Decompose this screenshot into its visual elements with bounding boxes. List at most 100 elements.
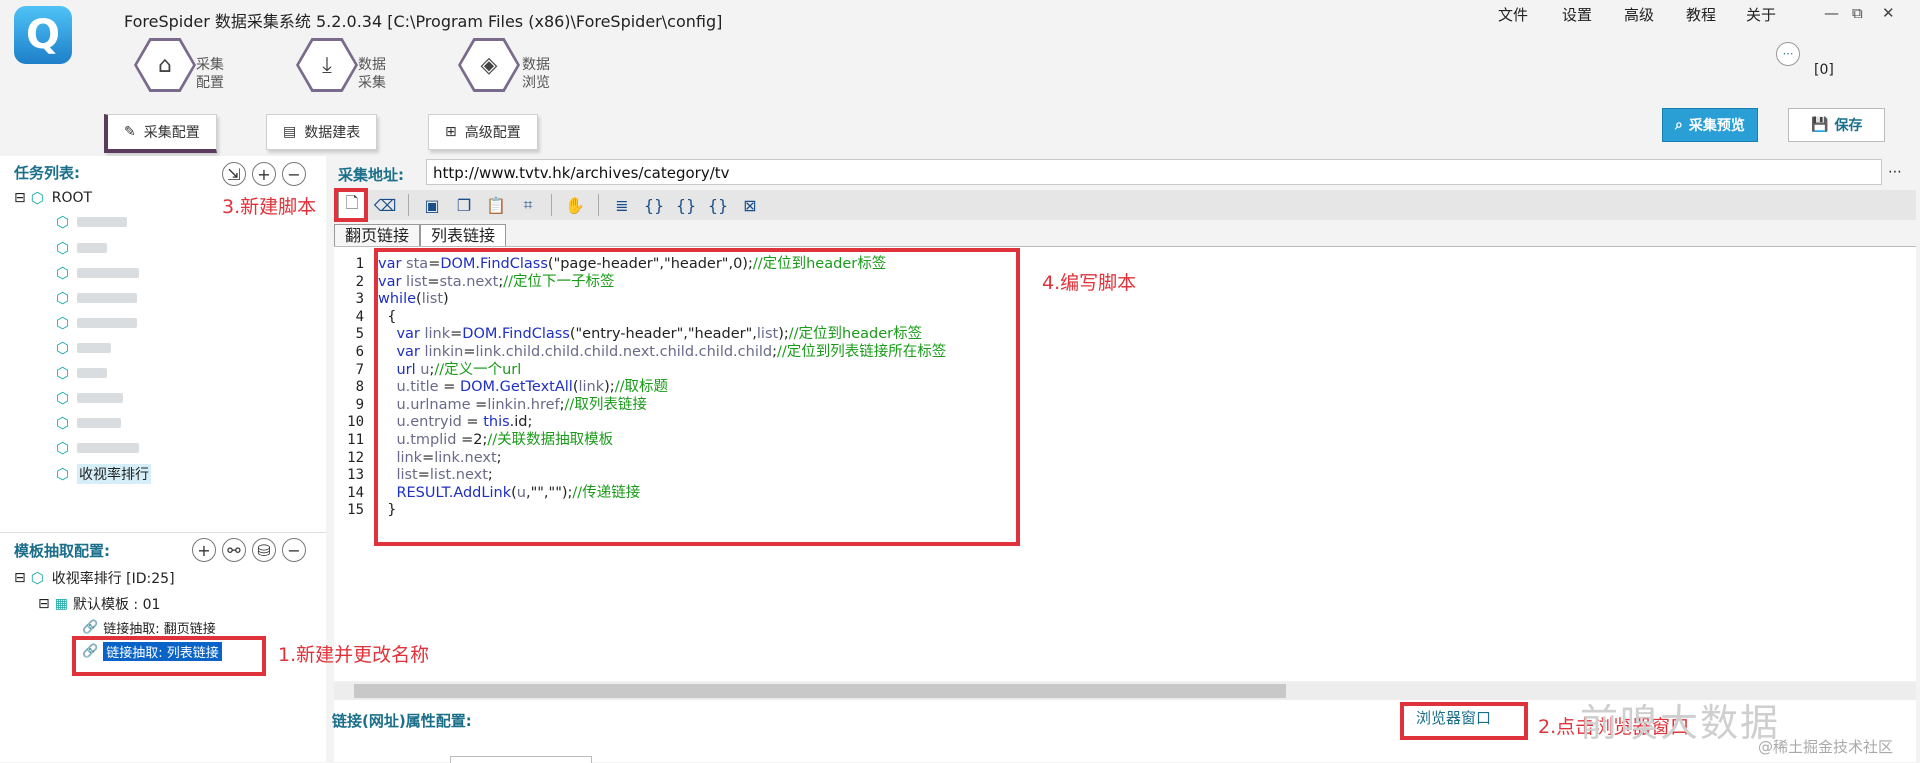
cube-icon: ⬡ [56,213,70,231]
brace-down-icon[interactable]: {} [641,192,667,218]
template-node-default[interactable]: ⊟ ▦ 默认模板 : 01 [38,594,160,614]
tab-pagination-links[interactable]: 翻页链接 [334,224,421,247]
window-title: ForeSpider 数据采集系统 5.2.0.34 [C:\Program F… [124,12,723,31]
task-item[interactable]: ⬡ [56,290,137,306]
cube-icon: ⬡ [56,264,70,282]
tab-data-collect[interactable]: ⤓ [296,38,358,92]
format-icon[interactable]: ≣ [609,192,635,218]
tab-collect-config[interactable]: ⌂ [134,38,196,92]
task-item[interactable]: ⬡ [56,340,111,356]
menu-about[interactable]: 关于 [1746,4,1776,25]
restore-button[interactable]: ⧉ [1852,4,1863,22]
menu-advanced[interactable]: 高级 [1624,4,1654,25]
chain-link-icon: 🔗 [82,620,99,635]
task-item[interactable]: ⬡ [56,214,127,230]
menu-file[interactable]: 文件 [1498,4,1528,25]
tab-collect-config-label: 采集 配置 [196,57,224,91]
message-count: [0] [1814,62,1834,78]
cube-icon: ⬡ [30,189,44,207]
redacted-label [77,418,121,428]
cube-icon: ⬡ [56,289,70,307]
url-input[interactable]: http://www.tvtv.hk/archives/category/tv [426,159,1882,185]
cube-icon: ⬡ [30,569,44,587]
tree-root[interactable]: ⊟ ⬡ ROOT [14,190,92,206]
watermark: 前嗅大数据 [1580,701,1781,745]
clear-icon[interactable]: ⊠ [737,192,763,218]
save-script-icon[interactable]: ▣ [419,192,445,218]
table-icon: ▦ [54,596,68,612]
script-toolbar: 🗋 ⌫ ▣ ❐ 📋 ⌗ ✋ ≣ {} {} {} ⊠ [334,190,1916,220]
crop-icon[interactable]: ⌗ [515,192,541,218]
tab-list-links[interactable]: 列表链接 [420,224,507,247]
redacted-label [77,268,139,278]
watermark-sub: @稀土掘金技术社区 [1758,738,1894,756]
redacted-label [77,443,139,453]
template-panel-title: 模板抽取配置: [14,542,110,560]
add-template-button[interactable]: + [192,538,216,562]
url-label: 采集地址: [338,166,404,184]
template-node-task[interactable]: ⊟ ⬡ 收视率排行 [ID:25] [14,568,175,588]
task-item[interactable]: ⬡ [56,440,139,456]
hand-icon[interactable]: ✋ [562,192,588,218]
close-button[interactable]: ✕ [1882,4,1895,22]
paste-icon[interactable]: 📋 [483,192,509,218]
brace-up-icon[interactable]: {} [673,192,699,218]
task-item-selected[interactable]: ⬡ 收视率排行 [56,464,151,484]
tab-data-browse-label: 数据 浏览 [522,57,550,91]
subtab-data-table[interactable]: ▤ 数据建表 [266,114,378,150]
copy-icon[interactable]: ❐ [451,192,477,218]
highlight-browser-button [1400,702,1528,740]
redacted-label [77,243,107,253]
link-property-title: 链接(网址)属性配置: [332,712,472,730]
divider [0,532,326,533]
cube-icon: ⬡ [56,414,70,432]
task-item[interactable]: ⬡ [56,240,107,256]
task-item[interactable]: ⬡ [56,365,107,381]
task-item[interactable]: ⬡ [56,315,137,331]
collapse-icon: ⊟ [14,570,26,586]
redacted-label [77,318,137,328]
subtab-advanced-config[interactable]: ⊞ 高级配置 [428,114,538,150]
save-button[interactable]: 💾 保存 [1788,108,1886,142]
preview-button[interactable]: ⌕ 采集预览 [1662,108,1758,142]
cube-icon: ⬡ [56,239,70,257]
app-logo: Q [14,6,72,64]
remove-task-button[interactable]: − [282,162,306,186]
highlight-code [374,248,1020,546]
note-new-script: 3.新建脚本 [222,196,317,218]
menu-tutorial[interactable]: 教程 [1686,4,1716,25]
redacted-label [77,293,137,303]
template-node-pagination[interactable]: 🔗 链接抽取: 翻页链接 [82,618,216,637]
minimize-button[interactable]: — [1824,4,1839,22]
tab-data-browse[interactable]: ◈ [458,38,520,92]
more-icon[interactable]: ⋯ [1888,164,1902,180]
tab-data-collect-label: 数据 采集 [358,57,386,91]
task-item[interactable]: ⬡ [56,415,121,431]
cube-icon: ⬡ [56,364,70,382]
line-numbers: 12 34 56 78 9 10 11 12 13 14 15 [347,256,364,519]
redacted-label [77,343,111,353]
highlight-template-node [72,636,266,676]
remove-template-button[interactable]: − [282,538,306,562]
scrollbar-thumb[interactable] [354,684,1286,698]
link-icon[interactable]: ⚯ [222,538,246,562]
task-item[interactable]: ⬡ [56,265,139,281]
add-task-button[interactable]: + [252,162,276,186]
message-icon[interactable]: ⋯ [1776,42,1800,66]
redacted-label [77,217,127,227]
database-icon[interactable]: ⛁ [252,538,276,562]
highlight-new-script [334,188,368,222]
edit-icon: ✎ [124,124,136,140]
subtab-collect-config[interactable]: ✎ 采集配置 [104,114,217,153]
menu-settings[interactable]: 设置 [1562,4,1592,25]
cube-icon: ⬡ [56,389,70,407]
note-rename: 1.新建并更改名称 [278,644,430,666]
brace-step-icon[interactable]: {} [705,192,731,218]
import-icon[interactable]: ⇲ [222,162,246,186]
document-icon: ▤ [283,124,297,140]
redacted-label [77,368,107,378]
task-item[interactable]: ⬡ [56,390,123,406]
eraser-icon[interactable]: ⌫ [372,192,398,218]
task-list-title: 任务列表: [14,164,80,182]
cube-icon: ⬡ [56,465,70,483]
